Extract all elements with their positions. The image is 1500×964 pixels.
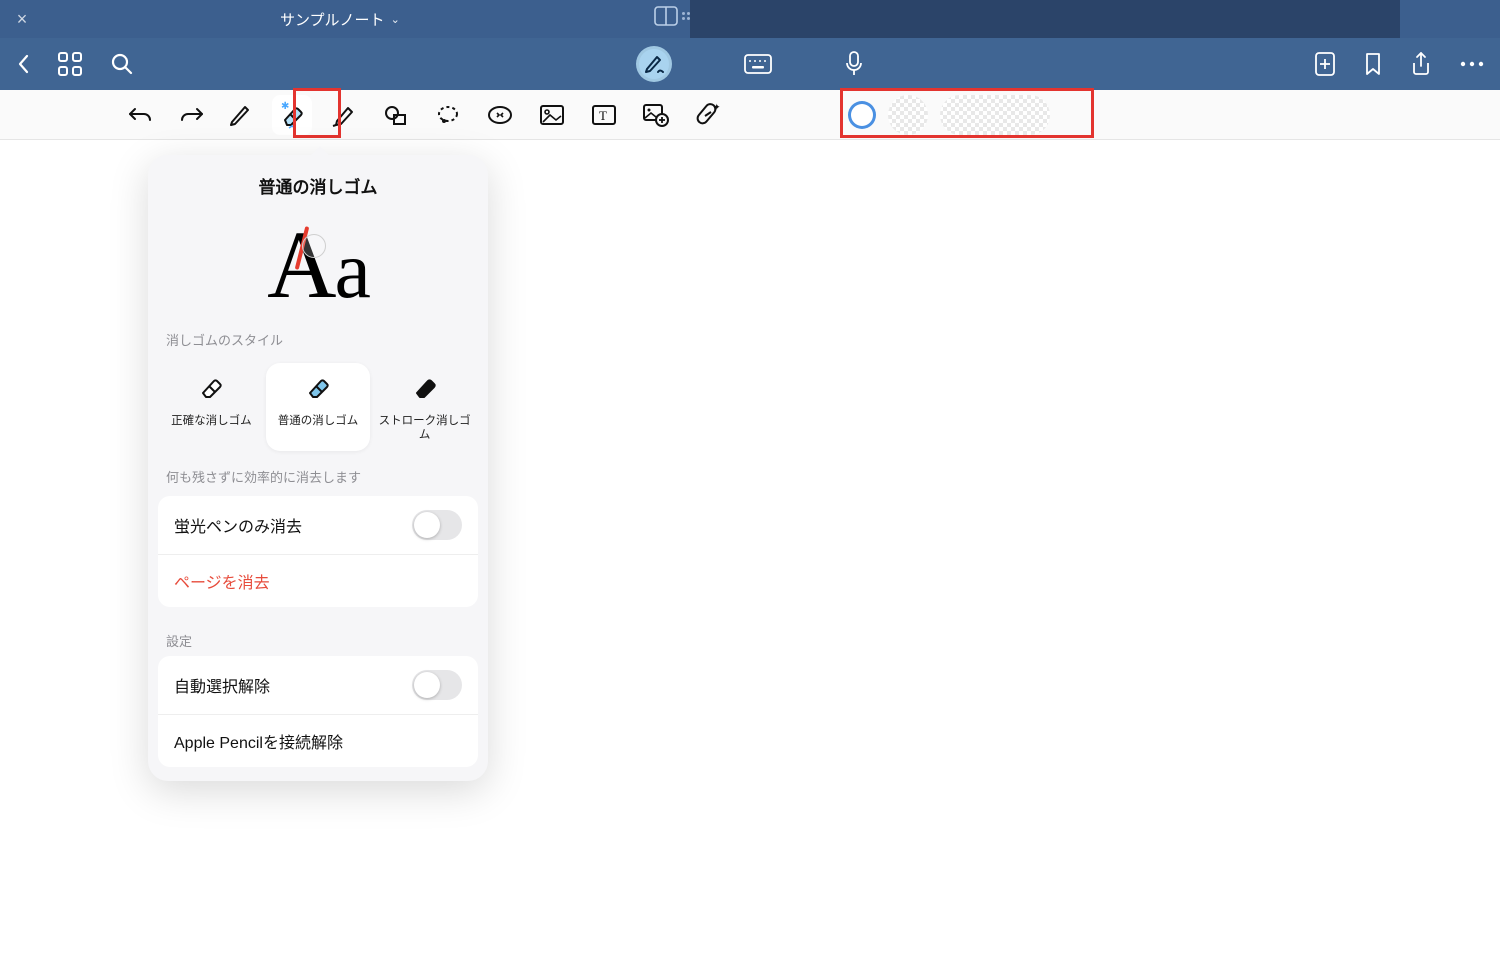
- document-title-text: サンプルノート: [280, 9, 385, 30]
- eraser-size-group: [848, 95, 1050, 135]
- link-tool[interactable]: ✦: [688, 95, 728, 135]
- row-label: 蛍光ペンのみ消去: [174, 513, 302, 537]
- document-title[interactable]: サンプルノート ⌄: [280, 0, 400, 38]
- style-normal-eraser[interactable]: 普通の消しゴム: [266, 363, 370, 451]
- style-precise-eraser[interactable]: 正確な消しゴム: [159, 363, 263, 451]
- image-tool[interactable]: [532, 95, 572, 135]
- svg-text:T: T: [599, 108, 607, 123]
- style-stroke-eraser[interactable]: ストローク消しゴム: [373, 363, 477, 451]
- row-label: ページを消去: [174, 569, 270, 593]
- microphone-icon[interactable]: [844, 51, 864, 77]
- toolbar: ✱ T ✦: [0, 90, 1500, 140]
- undo-button[interactable]: [120, 95, 160, 135]
- style-label: ストローク消しゴム: [377, 414, 473, 443]
- pen-mode-button[interactable]: [636, 46, 672, 82]
- add-page-icon[interactable]: [1314, 51, 1336, 77]
- back-icon[interactable]: [16, 53, 30, 75]
- preview-letter-low: a: [334, 224, 368, 315]
- keyboard-icon[interactable]: [744, 54, 772, 74]
- close-icon[interactable]: ×: [12, 9, 32, 30]
- share-icon[interactable]: [1410, 51, 1432, 77]
- sticker-tool[interactable]: [480, 95, 520, 135]
- split-view-icon[interactable]: [654, 6, 678, 26]
- eraser-size-small[interactable]: [848, 101, 876, 129]
- titlebar-dark-region: [690, 0, 1400, 38]
- style-label: 普通の消しゴム: [270, 414, 366, 428]
- more-icon[interactable]: [1460, 61, 1484, 67]
- titlebar: × サンプルノート ⌄: [0, 0, 1500, 38]
- grid-icon[interactable]: [58, 52, 82, 76]
- settings-section-label: 設定: [148, 625, 488, 656]
- preview-eraser-circle: [302, 234, 326, 258]
- shape-tool[interactable]: [376, 95, 416, 135]
- style-description: 何も残さずに効率的に消去します: [148, 467, 488, 496]
- media-tool[interactable]: [636, 95, 676, 135]
- navbar: [0, 38, 1500, 90]
- eraser-preview: Aa: [148, 204, 488, 324]
- style-label: 正確な消しゴム: [163, 414, 259, 428]
- row-clear-page[interactable]: ページを消去: [158, 554, 478, 607]
- bookmark-icon[interactable]: [1364, 52, 1382, 76]
- eraser-size-large[interactable]: [940, 95, 1050, 135]
- toggle-off[interactable]: [412, 670, 462, 700]
- canvas[interactable]: 普通の消しゴム Aa 消しゴムのスタイル 正確な消しゴム 普通の消しゴム ストロ…: [0, 140, 1500, 964]
- row-erase-highlighter-only[interactable]: 蛍光ペンのみ消去: [158, 496, 478, 554]
- popover-title: 普通の消しゴム: [148, 155, 488, 204]
- highlighter-tool[interactable]: [324, 95, 364, 135]
- row-label: Apple Pencilを接続解除: [174, 729, 343, 753]
- chevron-down-icon: ⌄: [391, 13, 400, 26]
- row-auto-deselect[interactable]: 自動選択解除: [158, 656, 478, 714]
- preview-letter-cap: A: [267, 211, 334, 318]
- redo-button[interactable]: [172, 95, 212, 135]
- style-section-label: 消しゴムのスタイル: [148, 324, 488, 355]
- eraser-size-medium[interactable]: [888, 95, 928, 135]
- eraser-popover: 普通の消しゴム Aa 消しゴムのスタイル 正確な消しゴム 普通の消しゴム ストロ…: [148, 155, 488, 781]
- pen-tool[interactable]: [220, 95, 260, 135]
- row-disconnect-apple-pencil[interactable]: Apple Pencilを接続解除: [158, 714, 478, 767]
- text-tool[interactable]: T: [584, 95, 624, 135]
- row-label: 自動選択解除: [174, 673, 270, 697]
- svg-text:✱: ✱: [281, 101, 289, 112]
- eraser-tool[interactable]: ✱: [272, 95, 312, 135]
- svg-text:✦: ✦: [713, 102, 721, 112]
- search-icon[interactable]: [110, 52, 134, 76]
- lasso-tool[interactable]: [428, 95, 468, 135]
- toggle-off[interactable]: [412, 510, 462, 540]
